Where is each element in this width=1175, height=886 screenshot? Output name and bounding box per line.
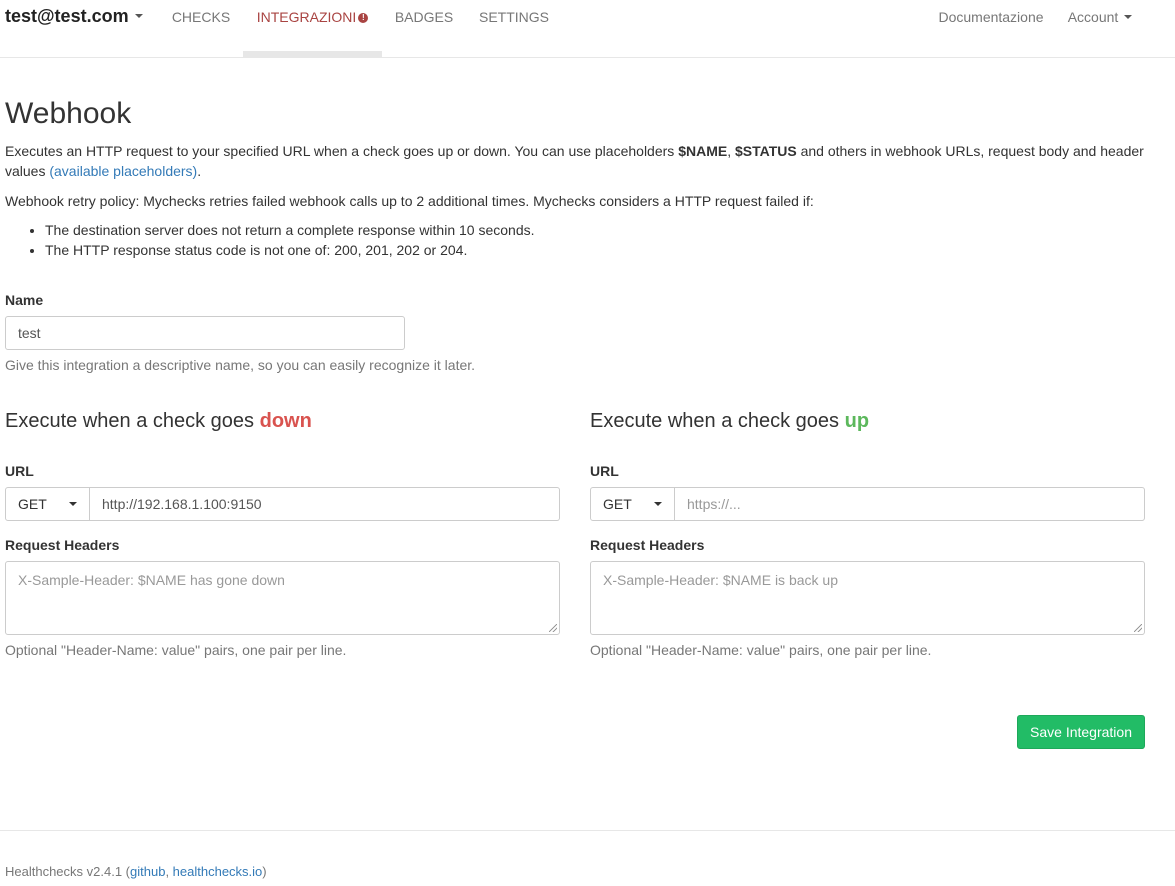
footer-version: Healthchecks v2.4.1 (github, healthcheck… [5, 864, 267, 879]
resize-handle-icon[interactable] [1134, 624, 1142, 632]
top-navbar: test@test.com CHECKS INTEGRAZIONI! BADGE… [0, 0, 1175, 58]
up-heading-prefix: Execute when a check goes [590, 410, 845, 432]
placeholder-name: $NAME [678, 143, 728, 159]
up-headers-help: Optional "Header-Name: value" pairs, one… [590, 642, 932, 658]
alert-icon: ! [358, 13, 369, 23]
down-word: down [259, 410, 312, 432]
failure-rules-list: The destination server does not return a… [5, 220, 535, 260]
footer-close: ) [262, 864, 267, 879]
nav-account-dropdown[interactable]: Account [1060, 0, 1140, 57]
resize-handle-icon[interactable] [549, 624, 557, 632]
save-integration-button[interactable]: Save Integration [1017, 715, 1145, 749]
nav-docs-label: Documentazione [938, 9, 1044, 25]
name-input[interactable]: test [5, 316, 405, 350]
name-help-text: Give this integration a descriptive name… [5, 357, 476, 373]
down-method-select[interactable]: GET [5, 487, 90, 521]
down-headers-label: Request Headers [5, 537, 120, 553]
up-headers-label: Request Headers [590, 537, 705, 553]
intro-text: Executes an HTTP request to your specifi… [5, 143, 679, 159]
up-headers-placeholder: X-Sample-Header: $NAME is back up [603, 572, 838, 588]
nav-badges[interactable]: BADGES [385, 0, 463, 57]
nav-checks[interactable]: CHECKS [162, 0, 240, 57]
footer-sep: , [165, 864, 173, 879]
nav-integrations-label: INTEGRAZIONI [256, 9, 357, 25]
caret-down-icon [1124, 15, 1133, 20]
caret-down-icon [69, 502, 77, 506]
up-url-label: URL [590, 463, 619, 479]
version-text: Healthchecks v2.4.1 ( [5, 864, 131, 879]
intro-sep: , [727, 143, 735, 159]
caret-down-icon [654, 502, 662, 506]
intro-paragraph: Executes an HTTP request to your specifi… [5, 141, 1165, 181]
down-url-label: URL [5, 463, 34, 479]
github-link[interactable]: github [130, 864, 165, 879]
up-headers-textarea[interactable]: X-Sample-Header: $NAME is back up [590, 561, 1145, 635]
down-headers-textarea[interactable]: X-Sample-Header: $NAME has gone down [5, 561, 560, 635]
nav-integrations[interactable]: INTEGRAZIONI! [243, 0, 382, 57]
down-headers-placeholder: X-Sample-Header: $NAME has gone down [18, 572, 285, 588]
down-method-value: GET [18, 496, 47, 512]
up-method-value: GET [603, 496, 632, 512]
footer: Healthchecks v2.4.1 (github, healthcheck… [0, 830, 1175, 886]
caret-down-icon [134, 14, 143, 19]
down-heading-prefix: Execute when a check goes [5, 410, 260, 432]
available-placeholders-link[interactable]: (available placeholders) [49, 163, 197, 179]
page-title: Webhook [5, 97, 132, 130]
nav-settings[interactable]: SETTINGS [470, 0, 558, 57]
healthchecks-io-link[interactable]: healthchecks.io [173, 864, 263, 879]
up-method-select[interactable]: GET [590, 487, 675, 521]
down-url-input[interactable]: http://192.168.1.100:9150 [90, 487, 560, 521]
nav-badges-label: BADGES [394, 9, 454, 25]
down-headers-help: Optional "Header-Name: value" pairs, one… [5, 642, 347, 658]
up-heading: Execute when a check goes up [590, 409, 869, 433]
account-brand-dropdown[interactable]: test@test.com [5, 6, 143, 27]
nav-docs[interactable]: Documentazione [932, 0, 1050, 57]
nav-account-label: Account [1067, 9, 1119, 25]
retry-policy-text: Webhook retry policy: Mychecks retries f… [5, 193, 814, 209]
down-heading: Execute when a check goes down [5, 409, 312, 433]
brand-label: test@test.com [5, 6, 129, 26]
up-word: up [844, 410, 870, 432]
nav-settings-label: SETTINGS [478, 9, 549, 25]
placeholder-status: $STATUS [734, 143, 797, 159]
nav-checks-label: CHECKS [171, 9, 231, 25]
list-item: The destination server does not return a… [45, 220, 535, 240]
up-url-input[interactable]: https://... [675, 487, 1145, 521]
name-label: Name [5, 292, 44, 308]
intro-period: . [197, 163, 202, 179]
list-item: The HTTP response status code is not one… [45, 240, 535, 260]
